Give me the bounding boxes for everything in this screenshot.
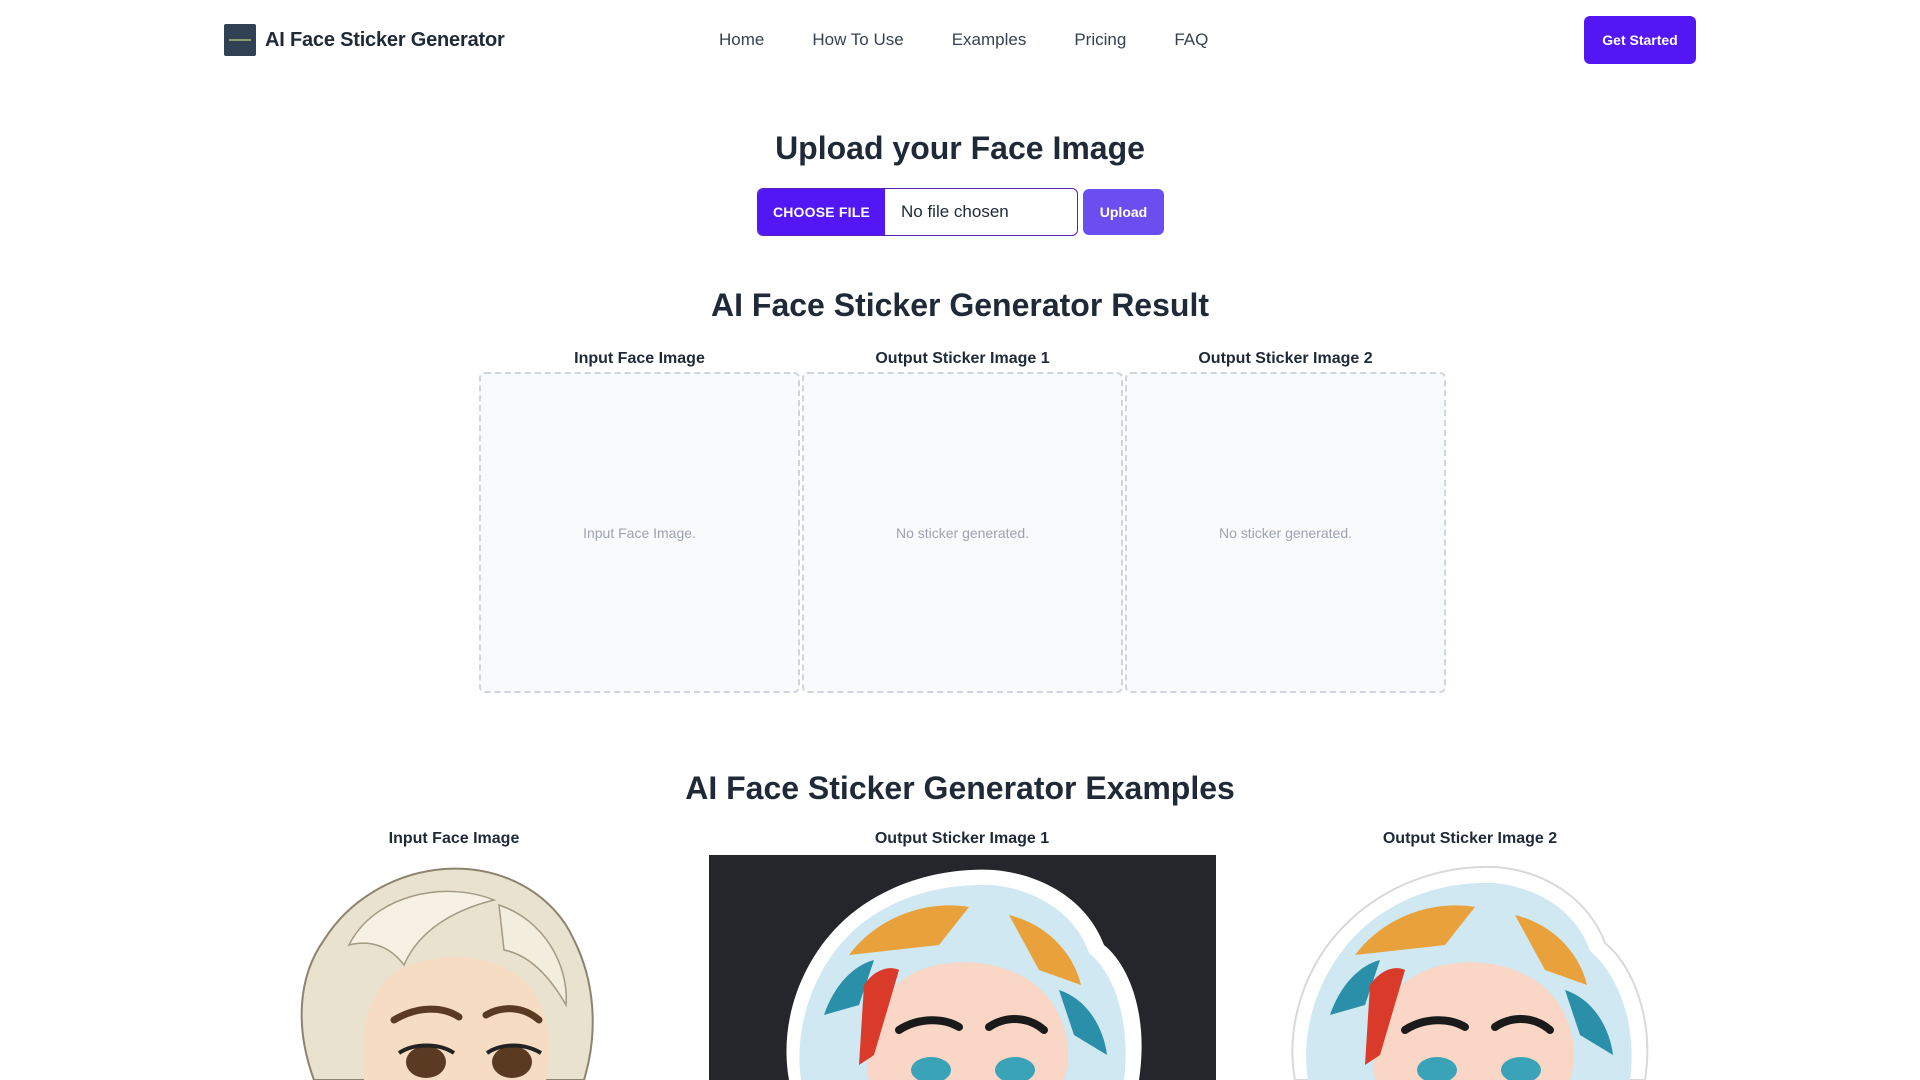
brand-name: AI Face Sticker Generator [265,28,505,51]
result-output2-placeholder: No sticker generated. [1125,372,1446,693]
result-output2-label: Output Sticker Image 2 [1198,350,1373,367]
upload-row: CHOOSE FILE No file chosen Upload [757,188,1164,236]
file-status: No file chosen [901,202,1009,221]
result-output1-label: Output Sticker Image 1 [875,350,1050,367]
result-input-column: Input Face Image Input Face Image. [479,348,800,693]
pop-art-sticker-illustration [786,869,1142,1080]
upload-button[interactable]: Upload [1083,189,1164,235]
nav-home[interactable]: Home [719,30,764,50]
result-title: AI Face Sticker Generator Result [711,287,1209,323]
cartoon-face-illustration [300,867,594,1080]
choose-file-button[interactable]: CHOOSE FILE [758,189,885,235]
example-output2-image [1270,855,1670,1080]
upload-title: Upload your Face Image [775,130,1145,166]
result-input-label: Input Face Image [574,350,705,367]
examples-title: AI Face Sticker Generator Examples [685,770,1235,806]
file-input[interactable]: CHOOSE FILE No file chosen [757,188,1078,236]
example-output1-label: Output Sticker Image 1 [874,830,1050,847]
pop-art-sticker-illustration [1291,865,1649,1080]
brand-logo-icon [224,24,256,56]
example-input-image [254,855,654,1080]
placeholder-text: No sticker generated. [895,524,1030,541]
nav-faq[interactable]: FAQ [1174,30,1208,50]
placeholder-text: Input Face Image. [583,524,696,541]
nav-how-to-use[interactable]: How To Use [812,30,903,50]
result-input-placeholder: Input Face Image. [479,372,800,693]
main-nav: Home How To Use Examples Pricing FAQ [719,30,1208,50]
example-input-label: Input Face Image [388,830,520,847]
site-header: AI Face Sticker Generator Home How To Us… [0,0,1920,80]
placeholder-text: No sticker generated. [1218,524,1353,541]
result-output1-placeholder: No sticker generated. [802,372,1123,693]
brand[interactable]: AI Face Sticker Generator [224,24,505,56]
result-output2-column: Output Sticker Image 2 No sticker genera… [1125,348,1446,693]
nav-pricing[interactable]: Pricing [1074,30,1126,50]
get-started-button[interactable]: Get Started [1584,16,1696,64]
example-output2-label: Output Sticker Image 2 [1382,830,1558,847]
nav-examples[interactable]: Examples [952,30,1027,50]
example-output1-image [709,855,1216,1080]
result-grid: Input Face Image Input Face Image. Outpu… [479,348,1446,693]
result-output1-column: Output Sticker Image 1 No sticker genera… [802,348,1123,693]
